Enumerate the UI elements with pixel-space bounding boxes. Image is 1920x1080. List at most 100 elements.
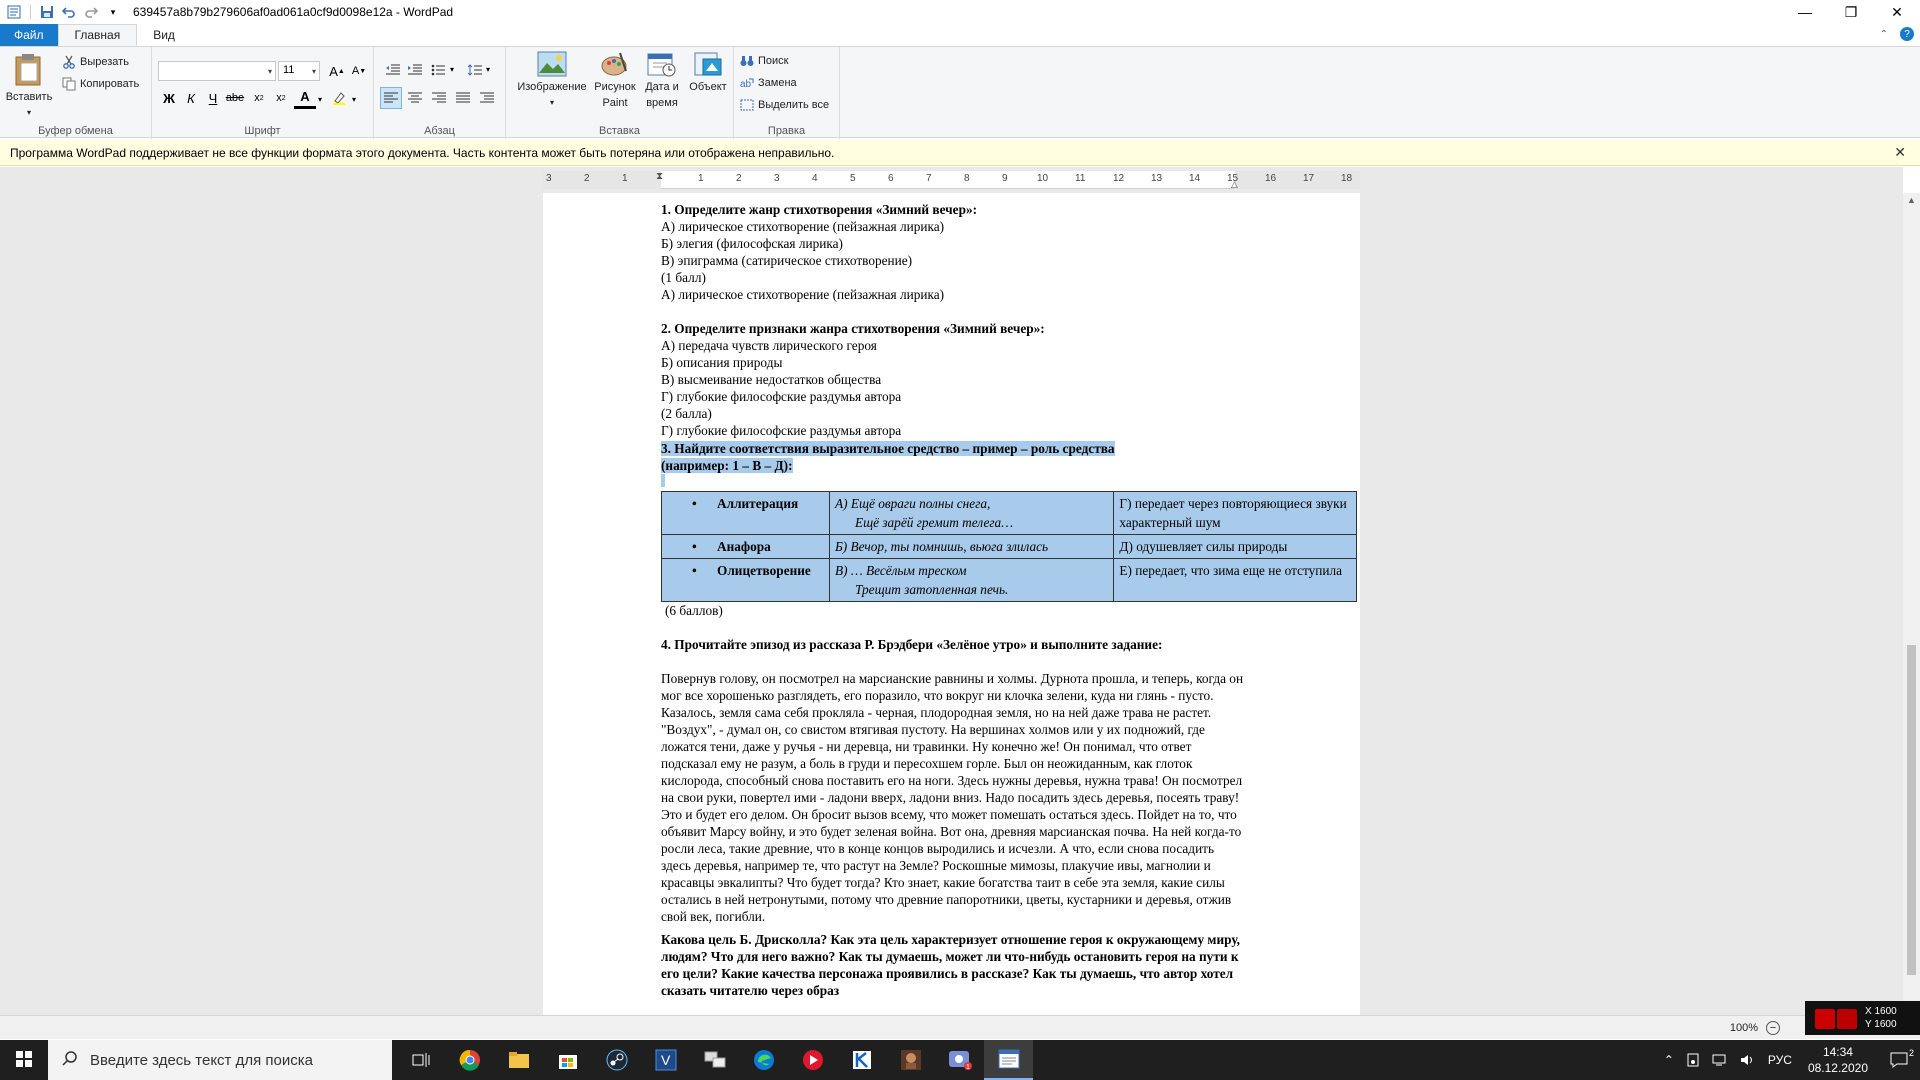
paint-label-line1: Рисунок bbox=[594, 81, 636, 93]
zoom-level[interactable]: 100% bbox=[1730, 1022, 1758, 1034]
messenger-icon[interactable]: 1 bbox=[935, 1040, 984, 1080]
paragraph-settings-button[interactable] bbox=[476, 87, 498, 109]
date-label-line1: Дата и bbox=[645, 81, 679, 93]
zoom-out-icon[interactable]: − bbox=[1766, 1021, 1780, 1035]
tab-file[interactable]: Файл bbox=[0, 24, 58, 46]
tab-view[interactable]: Вид bbox=[137, 24, 191, 46]
grow-font-button[interactable]: A ▲ bbox=[326, 60, 348, 82]
font-color-button[interactable]: A bbox=[294, 87, 316, 109]
ruler-indent-marker[interactable]: ⧗ bbox=[656, 171, 663, 182]
steam-icon[interactable] bbox=[592, 1040, 641, 1080]
select-all-button[interactable]: Выделить все bbox=[740, 99, 829, 111]
date-time-button[interactable]: Дата и время bbox=[640, 51, 684, 109]
restore-button[interactable]: ❐ bbox=[1828, 0, 1874, 24]
font-size-combobox[interactable]: 11 ▾ bbox=[278, 61, 320, 81]
media-player-icon[interactable] bbox=[788, 1040, 837, 1080]
wordpad-taskbar-icon[interactable] bbox=[984, 1040, 1033, 1080]
example-line: Б) Вечор, ты помнишь, вьюга злилась bbox=[834, 539, 1049, 554]
ruler-number: 17 bbox=[1303, 173, 1315, 184]
question-1-option: В) эпиграмма (сатирическое стихотворение… bbox=[661, 253, 913, 268]
k-app-icon[interactable] bbox=[837, 1040, 886, 1080]
taskbar-clock[interactable]: 14:34 08.12.2020 bbox=[1798, 1044, 1878, 1076]
scrollbar-thumb[interactable] bbox=[1907, 645, 1916, 975]
file-explorer-icon[interactable] bbox=[494, 1040, 543, 1080]
paste-dropdown-icon: ▾ bbox=[26, 108, 31, 117]
italic-button[interactable]: К bbox=[180, 87, 202, 109]
notifications-icon[interactable]: 2 bbox=[1878, 1048, 1920, 1068]
superscript-button[interactable]: x2 bbox=[270, 87, 292, 109]
line-spacing-dropdown-icon[interactable]: ▾ bbox=[486, 65, 490, 74]
wordpad-app-icon[interactable] bbox=[4, 2, 24, 22]
system-tray: ⌃ РУС 14:34 08.12.2020 2 bbox=[1658, 1040, 1920, 1080]
align-left-button[interactable] bbox=[380, 87, 402, 109]
font-color-dropdown-icon[interactable]: ▾ bbox=[318, 95, 322, 104]
save-icon[interactable] bbox=[37, 2, 57, 22]
undo-icon[interactable] bbox=[59, 2, 79, 22]
bold-button[interactable]: Ж bbox=[158, 87, 180, 109]
help-icon[interactable]: ? bbox=[1900, 27, 1914, 41]
redo-icon[interactable] bbox=[81, 2, 101, 22]
highlight-color-button[interactable] bbox=[328, 87, 350, 109]
document-content[interactable]: 1. Определите жанр стихотворения «Зимний… bbox=[661, 201, 1357, 999]
insert-image-button[interactable]: Изображение ▾ bbox=[514, 51, 590, 109]
matching-table[interactable]: Аллитерация А) Ещё овраги полны снега, Ещ… bbox=[661, 491, 1357, 602]
shrink-font-button[interactable]: A ▼ bbox=[348, 60, 370, 82]
binoculars-icon bbox=[740, 55, 754, 67]
question-3-points: (6 баллов) bbox=[665, 603, 723, 618]
increase-indent-button[interactable] bbox=[404, 59, 426, 81]
paste-button[interactable]: Вставить ▾ bbox=[6, 53, 52, 119]
subscript-button[interactable]: x2 bbox=[248, 87, 270, 109]
find-button[interactable]: Поиск bbox=[740, 55, 788, 67]
tab-home[interactable]: Главная bbox=[57, 24, 138, 46]
v-app-icon[interactable]: V bbox=[641, 1040, 690, 1080]
table-cell-device: Аллитерация bbox=[661, 491, 830, 535]
infobar-close-icon[interactable]: ✕ bbox=[1894, 144, 1906, 161]
ruler-number: 3 bbox=[546, 173, 552, 184]
input-language[interactable]: РУС bbox=[1762, 1053, 1798, 1067]
store-icon[interactable] bbox=[543, 1040, 592, 1080]
line-spacing-button[interactable] bbox=[464, 59, 486, 81]
customize-qat-icon[interactable]: ▾ bbox=[103, 2, 123, 22]
paint-drawing-button[interactable]: Рисунок Paint bbox=[592, 51, 638, 109]
justify-button[interactable] bbox=[452, 87, 474, 109]
tray-overflow-icon[interactable]: ⌃ bbox=[1658, 1053, 1680, 1067]
ruler-number: 13 bbox=[1151, 173, 1163, 184]
copy-button[interactable]: Копировать bbox=[62, 77, 139, 91]
volume-icon[interactable] bbox=[1734, 1053, 1762, 1067]
start-button[interactable] bbox=[0, 1040, 48, 1080]
underline-button[interactable]: Ч bbox=[202, 87, 224, 109]
decrease-indent-button[interactable] bbox=[382, 59, 404, 81]
game-app-icon[interactable] bbox=[886, 1040, 935, 1080]
font-name-combobox[interactable]: ▾ bbox=[158, 61, 276, 81]
document-page[interactable]: 1. Определите жанр стихотворения «Зимний… bbox=[543, 193, 1360, 1015]
highlight-dropdown-icon[interactable]: ▾ bbox=[352, 95, 356, 104]
close-button[interactable]: ✕ bbox=[1874, 0, 1920, 24]
task-view-icon[interactable] bbox=[396, 1040, 445, 1080]
paste-label: Вставить bbox=[5, 91, 53, 103]
replace-button[interactable]: ab Замена bbox=[740, 77, 797, 89]
edge-icon[interactable] bbox=[739, 1040, 788, 1080]
bullets-dropdown-icon[interactable]: ▾ bbox=[450, 65, 454, 74]
network-icon[interactable] bbox=[1706, 1053, 1734, 1067]
ruler-number: 12 bbox=[1113, 173, 1125, 184]
chrome-icon[interactable] bbox=[445, 1040, 494, 1080]
blank-line bbox=[661, 474, 1301, 487]
vertical-scrollbar[interactable]: ▲ ▼ bbox=[1903, 193, 1920, 1015]
align-center-button[interactable] bbox=[404, 87, 426, 109]
minimize-button[interactable]: — bbox=[1782, 0, 1828, 24]
network-app-icon[interactable] bbox=[690, 1040, 739, 1080]
insert-object-button[interactable]: Объект bbox=[686, 51, 730, 93]
strikethrough-button[interactable]: abe bbox=[224, 87, 246, 109]
align-right-button[interactable] bbox=[428, 87, 450, 109]
ruler-right-indent-marker[interactable]: △ bbox=[1231, 179, 1238, 190]
cut-button[interactable]: Вырезать bbox=[62, 55, 129, 69]
bullets-button[interactable] bbox=[428, 59, 450, 81]
horizontal-ruler[interactable]: 3 2 1 ⧗ 1 2 3 4 5 6 7 8 9 10 11 12 13 14… bbox=[543, 171, 1360, 189]
question-2-points: (2 балла) bbox=[661, 406, 712, 421]
tray-app-icon[interactable] bbox=[1680, 1053, 1706, 1067]
ruler-number: 4 bbox=[812, 173, 818, 184]
collapse-ribbon-icon[interactable]: ⌃ bbox=[1880, 29, 1888, 40]
scroll-up-icon[interactable]: ▲ bbox=[1907, 195, 1916, 205]
taskbar-search-box[interactable]: Введите здесь текст для поиска bbox=[48, 1040, 392, 1080]
